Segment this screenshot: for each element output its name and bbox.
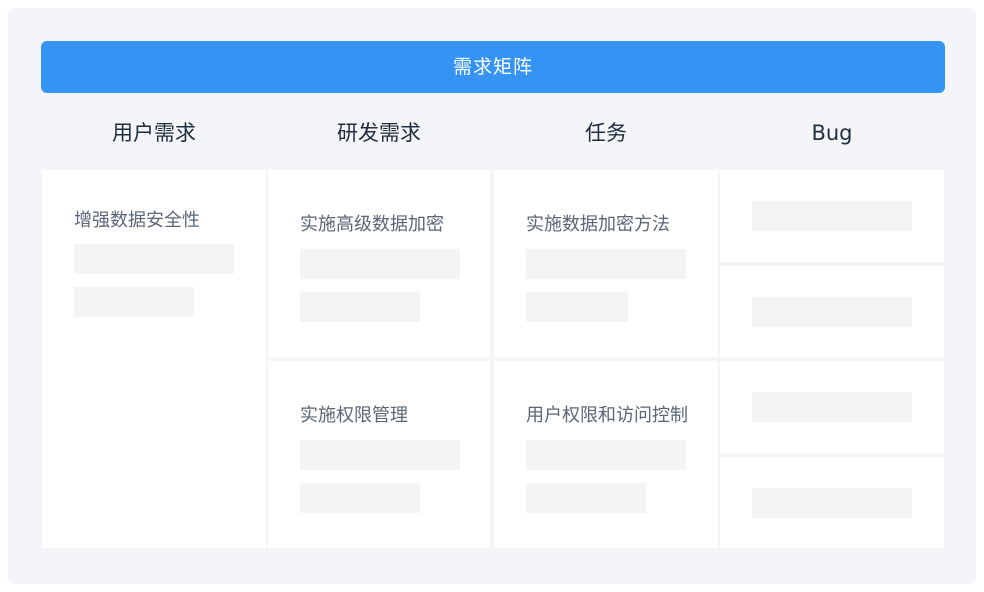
placeholder-line: [752, 297, 912, 327]
placeholder-line: [752, 201, 912, 231]
bug-card[interactable]: [720, 457, 944, 548]
dev-requirement-card[interactable]: 实施权限管理: [268, 361, 490, 548]
placeholder-line: [300, 440, 460, 470]
dev-requirement-card[interactable]: 实施高级数据加密: [268, 170, 490, 357]
user-requirement-card[interactable]: 增强数据安全性: [42, 170, 266, 548]
placeholder-line: [752, 392, 912, 422]
placeholder-line: [300, 292, 420, 322]
placeholder-line: [300, 483, 420, 513]
column-header-bugs: Bug: [811, 121, 853, 145]
card-title: 用户权限和访问控制: [526, 405, 688, 426]
task-card[interactable]: 用户权限和访问控制: [494, 361, 718, 548]
bug-card[interactable]: [720, 361, 944, 453]
placeholder-line: [752, 488, 912, 518]
task-card[interactable]: 实施数据加密方法: [494, 170, 718, 357]
card-title: 实施数据加密方法: [526, 214, 670, 235]
matrix-title-banner: 需求矩阵: [41, 41, 945, 93]
bug-card[interactable]: [720, 170, 944, 262]
placeholder-line: [526, 292, 628, 322]
placeholder-line: [526, 440, 686, 470]
card-title: 实施高级数据加密: [300, 214, 444, 235]
column-header-tasks: 任务: [585, 121, 627, 145]
card-title: 增强数据安全性: [74, 210, 200, 231]
placeholder-line: [74, 287, 194, 317]
bug-card[interactable]: [720, 266, 944, 357]
placeholder-line: [74, 244, 234, 274]
placeholder-line: [526, 483, 646, 513]
placeholder-line: [526, 249, 686, 279]
column-header-dev-requirements: 研发需求: [337, 121, 421, 145]
card-title: 实施权限管理: [300, 405, 408, 426]
placeholder-line: [300, 249, 460, 279]
column-header-user-requirements: 用户需求: [112, 121, 196, 145]
